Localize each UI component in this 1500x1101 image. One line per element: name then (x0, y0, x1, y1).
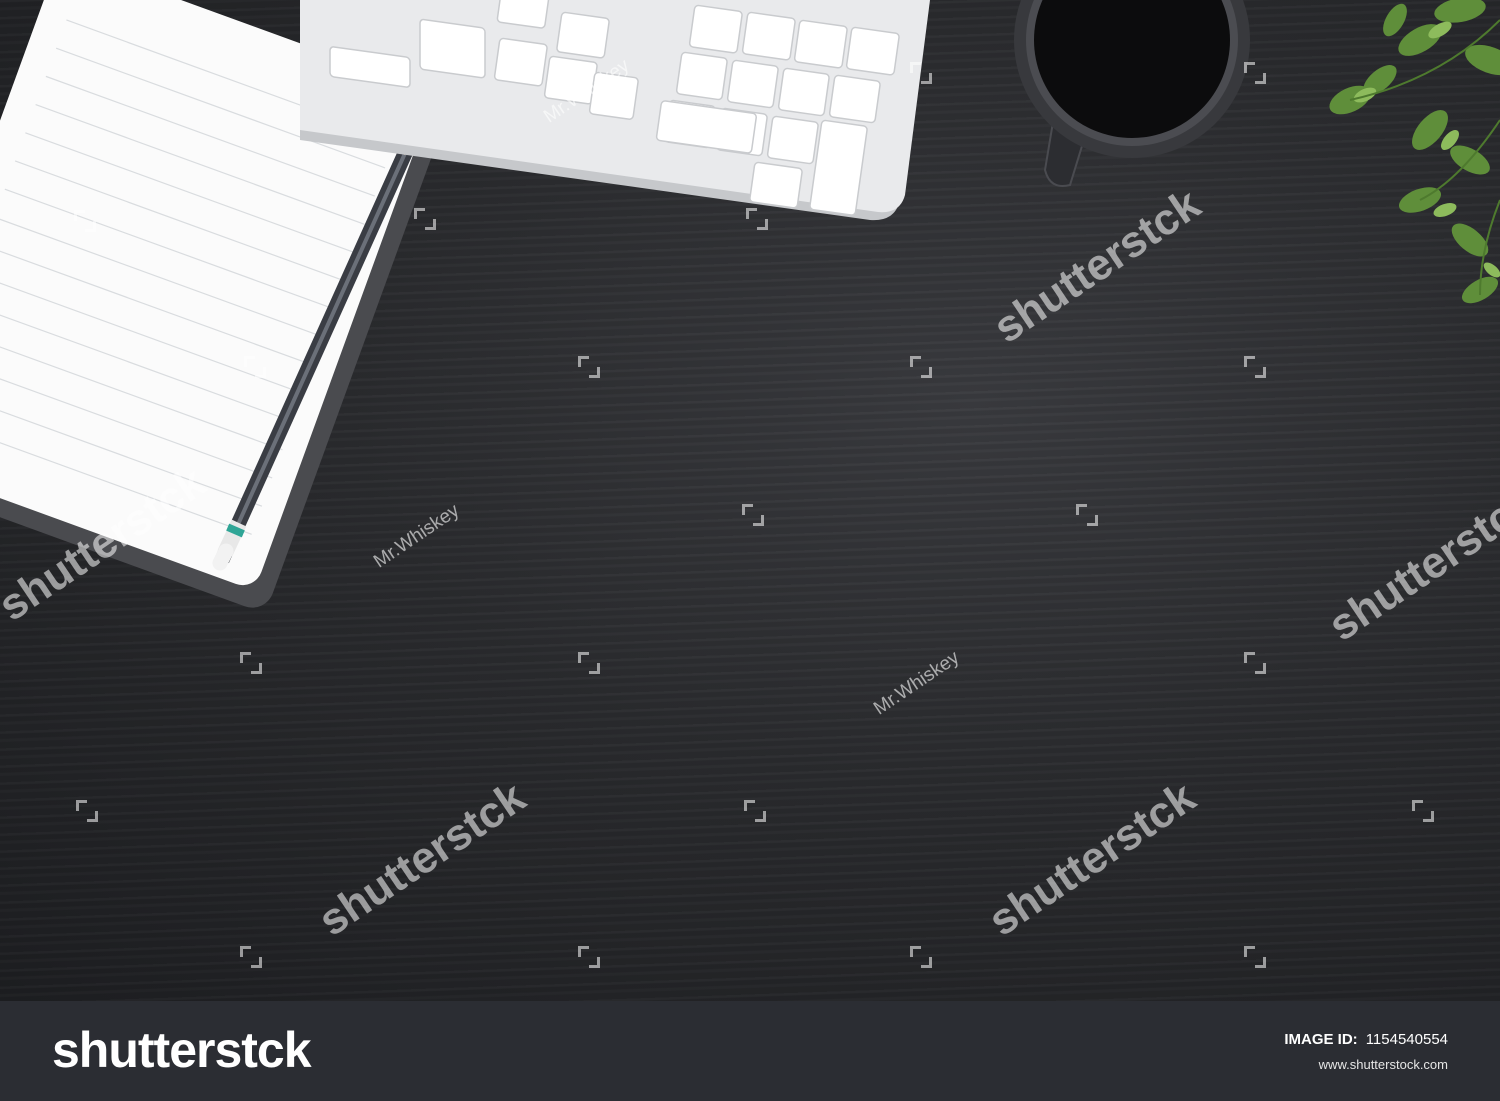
coffee-mug (1014, 0, 1250, 187)
watermark-mark-icon (1076, 504, 1098, 526)
desk-photo: shutterstck shutterstck shutterstck shut… (0, 0, 1500, 1001)
watermark-mark-icon (910, 946, 932, 968)
footer-url: www.shutterstock.com (1318, 1057, 1448, 1072)
watermark-mark-icon (1244, 652, 1266, 674)
watermark-mark-icon (578, 946, 600, 968)
footer-logo: shutterstck (52, 1022, 312, 1078)
watermark-mark-icon (240, 946, 262, 968)
watermark-mark-icon (414, 208, 436, 230)
watermark-mark-icon (578, 356, 600, 378)
watermark-mark-icon (744, 800, 766, 822)
image-id: IMAGE ID: 1154540554 (1284, 1031, 1448, 1048)
watermark-mark-icon (74, 210, 96, 232)
watermark-mark-icon (578, 652, 600, 674)
watermark-mark-icon (1244, 946, 1266, 968)
watermark-mark-icon (910, 356, 932, 378)
watermark-mark-icon (240, 652, 262, 674)
watermark-mark-icon (742, 504, 764, 526)
watermark-mark-icon (76, 800, 98, 822)
image-id-value: 1154540554 (1365, 1031, 1448, 1048)
watermark-mark-icon (1244, 62, 1266, 84)
watermark-mark-icon (1412, 800, 1434, 822)
watermark-mark-icon (1244, 356, 1266, 378)
stock-footer: shutterstck IMAGE ID: 1154540554 www.shut… (0, 1001, 1500, 1101)
desk-objects (0, 0, 1500, 608)
plant (1329, 0, 1500, 304)
watermark-mark-icon (746, 208, 768, 230)
watermark-mark-icon (910, 62, 932, 84)
stock-photo: shutterstck shutterstck shutterstck shut… (0, 0, 1500, 1101)
watermark-mark-icon (244, 356, 266, 378)
image-id-label: IMAGE ID: (1284, 1031, 1358, 1048)
